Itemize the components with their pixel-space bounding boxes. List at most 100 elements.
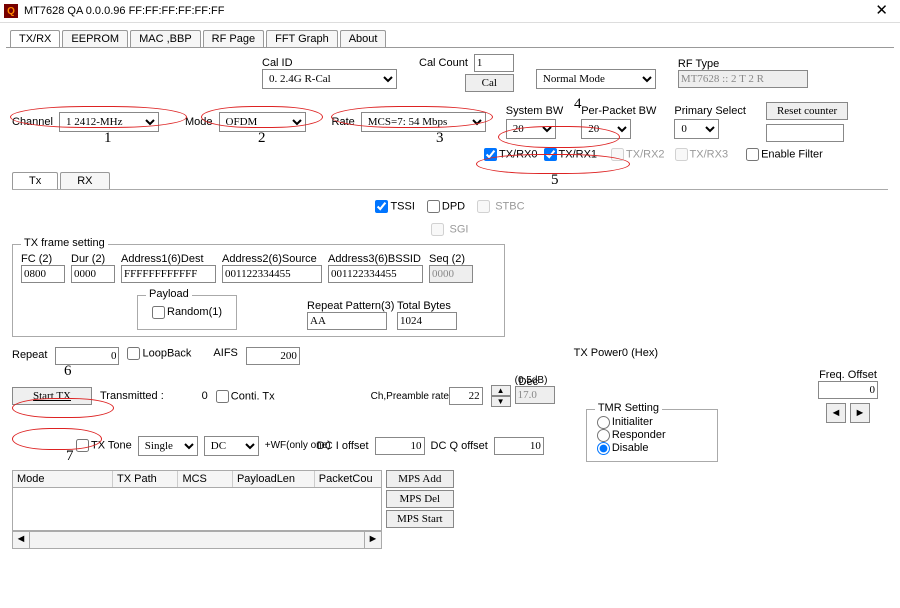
- rate-select[interactable]: MCS=7: 54 Mbps: [361, 112, 486, 132]
- app-icon: Q: [4, 4, 18, 18]
- chpre-down-icon[interactable]: ▼: [491, 396, 511, 407]
- prim-select[interactable]: 0: [674, 119, 719, 139]
- freq-input[interactable]: [818, 381, 878, 399]
- tmr-dis-radio[interactable]: Disable: [597, 442, 649, 454]
- aifs-input[interactable]: [246, 347, 300, 365]
- col-packetcount[interactable]: PacketCou: [315, 471, 381, 487]
- rftype-label: RF Type: [678, 58, 808, 70]
- tone-select[interactable]: Single: [138, 436, 198, 456]
- subtab-tx[interactable]: Tx: [12, 172, 58, 189]
- window-title: MT7628 QA 0.0.0.96 FF:FF:FF:FF:FF:FF: [24, 5, 224, 17]
- calcount-input[interactable]: [474, 54, 514, 72]
- col-payloadlen[interactable]: PayloadLen: [233, 471, 315, 487]
- mps-del-button[interactable]: MPS Del: [386, 490, 454, 508]
- dci-label: DC I offset: [317, 440, 369, 452]
- chpre-up-icon[interactable]: ▲: [491, 385, 511, 396]
- calid-label: Cal ID: [262, 57, 397, 69]
- page: Cal ID 0. 2.4G R-Cal Cal Count Cal Norma…: [6, 47, 894, 608]
- txrx0-check[interactable]: TX/RX0: [484, 148, 538, 161]
- random-check[interactable]: Random(1): [152, 306, 222, 318]
- conti-check[interactable]: Conti. Tx: [216, 390, 275, 403]
- reset-counter-button[interactable]: Reset counter: [766, 102, 848, 120]
- calcount-label: Cal Count: [419, 57, 468, 69]
- dcq-label: DC Q offset: [431, 440, 488, 452]
- tx-frame-group: TX frame setting FC (2) Dur (2) Address1…: [12, 244, 505, 337]
- totalbytes-input[interactable]: [397, 312, 457, 330]
- addr2-label: Address2(6)Source: [222, 253, 322, 265]
- txrx3-check: TX/RX3: [675, 148, 729, 161]
- normalmode-select[interactable]: Normal Mode: [536, 69, 656, 89]
- txrx2-check: TX/RX2: [611, 148, 665, 161]
- list-body[interactable]: [12, 488, 382, 531]
- payload-legend: Payload: [146, 288, 192, 300]
- dur-label: Dur (2): [71, 253, 115, 265]
- fc-input[interactable]: [21, 265, 65, 283]
- freq-label: Freq. Offset: [819, 369, 877, 381]
- txtone-check[interactable]: TX Tone: [76, 439, 132, 452]
- ann-7: 7: [66, 448, 74, 465]
- ann-5: 5: [551, 172, 559, 189]
- tab-macbbp[interactable]: MAC ,BBP: [130, 30, 201, 47]
- list-header: Mode TX Path MCS PayloadLen PacketCou: [12, 470, 382, 488]
- mps-start-button[interactable]: MPS Start: [386, 510, 454, 528]
- fc-label: FC (2): [21, 253, 65, 265]
- mps-add-button[interactable]: MPS Add: [386, 470, 454, 488]
- transmitted-value: 0: [172, 390, 208, 402]
- main-tabs: TX/RX EEPROM MAC ,BBP RF Page FFT Graph …: [0, 25, 900, 47]
- start-tx-button[interactable]: Start TX: [12, 387, 92, 405]
- rate-label: Rate: [332, 116, 355, 128]
- ann-1: 1: [104, 130, 112, 147]
- col-txpath[interactable]: TX Path: [113, 471, 178, 487]
- addr3-label: Address3(6)BSSID: [328, 253, 423, 265]
- counter-input[interactable]: [766, 124, 844, 142]
- loopback-check[interactable]: LoopBack: [127, 347, 191, 360]
- close-icon[interactable]: ✕: [867, 0, 896, 22]
- addr1-input[interactable]: [121, 265, 216, 283]
- enable-filter-check[interactable]: Enable Filter: [746, 148, 823, 161]
- rftype-input: [678, 70, 808, 88]
- chpreamble-input[interactable]: [449, 387, 483, 405]
- transmitted-label: Transmitted :: [100, 390, 164, 402]
- col-mcs[interactable]: MCS: [178, 471, 233, 487]
- sysbw-select[interactable]: 20: [506, 119, 556, 139]
- addr3-input[interactable]: [328, 265, 423, 283]
- payload-group: Payload Random(1): [137, 295, 237, 330]
- cal-button[interactable]: Cal: [465, 74, 514, 92]
- tmr-legend: TMR Setting: [595, 402, 662, 414]
- ann-6: 6: [64, 363, 72, 380]
- calid-select[interactable]: 0. 2.4G R-Cal: [262, 69, 397, 89]
- dur-input[interactable]: [71, 265, 115, 283]
- addr2-input[interactable]: [222, 265, 322, 283]
- repeat-label: Repeat: [12, 349, 47, 361]
- tab-rfpage[interactable]: RF Page: [203, 30, 264, 47]
- tab-txrx[interactable]: TX/RX: [10, 30, 60, 47]
- ppbw-select[interactable]: 20: [581, 119, 631, 139]
- mode-select[interactable]: OFDM: [219, 112, 306, 132]
- tab-fft[interactable]: FFT Graph: [266, 30, 338, 47]
- dcq-input[interactable]: [494, 437, 544, 455]
- tab-eeprom[interactable]: EEPROM: [62, 30, 128, 47]
- dpd-check[interactable]: DPD: [427, 200, 465, 213]
- channel-select[interactable]: 1 2412-MHz: [59, 112, 159, 132]
- tab-about[interactable]: About: [340, 30, 387, 47]
- titlebar: Q MT7628 QA 0.0.0.96 FF:FF:FF:FF:FF:FF ✕: [0, 0, 900, 23]
- ann-2: 2: [258, 130, 266, 147]
- repeatpattern-input[interactable]: [307, 312, 387, 330]
- txrx1-check[interactable]: TX/RX1: [544, 148, 598, 161]
- col-mode[interactable]: Mode: [13, 471, 113, 487]
- stbc-check: STBC: [477, 200, 524, 213]
- subtab-rx[interactable]: RX: [60, 172, 109, 189]
- mode-label: Mode: [185, 116, 213, 128]
- freq-right-icon[interactable]: ►: [850, 403, 870, 423]
- repeatpattern-label: Repeat Pattern(3): [307, 300, 387, 312]
- wf-label: +WF(only one): [265, 440, 311, 451]
- tssi-check[interactable]: TSSI: [375, 200, 414, 213]
- tmr-resp-radio[interactable]: Responder: [597, 429, 666, 441]
- dci-input[interactable]: [375, 437, 425, 455]
- dc-select[interactable]: DC: [204, 436, 259, 456]
- freq-left-icon[interactable]: ◄: [826, 403, 846, 423]
- tmr-init-radio[interactable]: Initialiter: [597, 416, 653, 428]
- h-scrollbar[interactable]: ◄►: [12, 531, 382, 549]
- sgi-check: SGI: [431, 223, 468, 236]
- tmr-group: TMR Setting Initialiter Responder Disabl…: [586, 409, 718, 462]
